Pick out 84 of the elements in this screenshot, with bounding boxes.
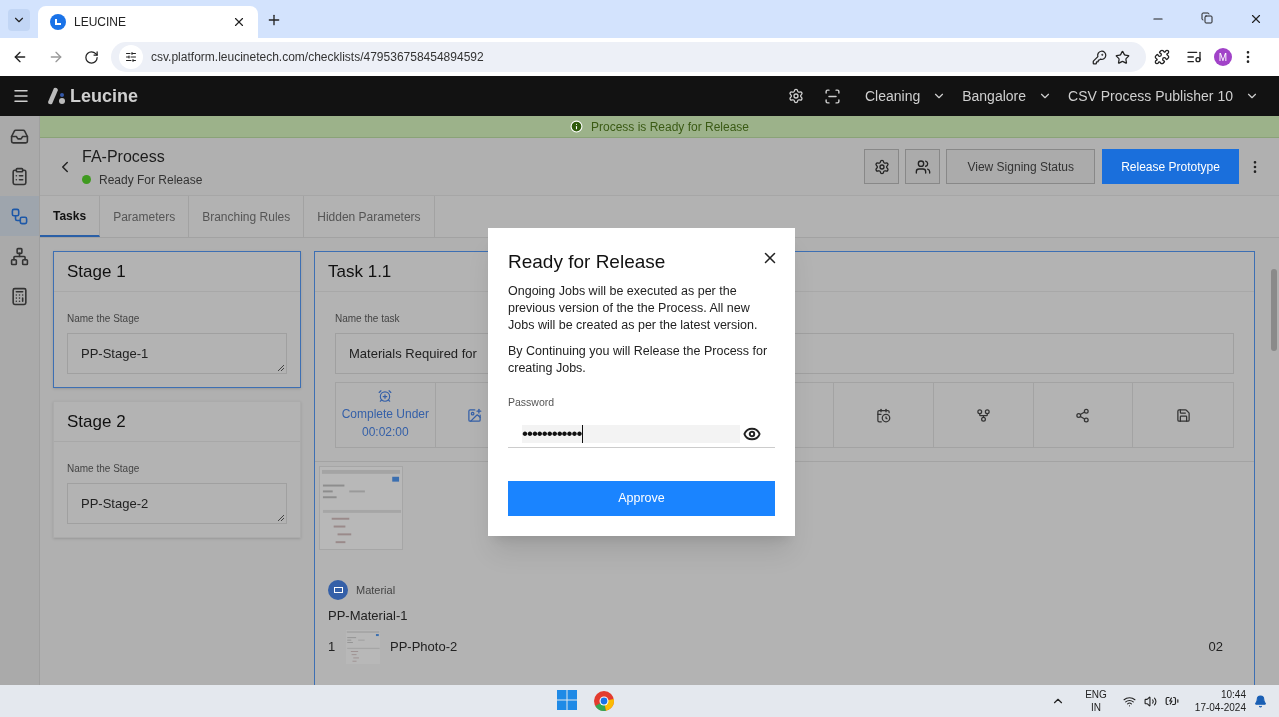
language-label[interactable]: ENG: [1085, 688, 1107, 701]
tab[interactable]: Parameters: [100, 196, 190, 237]
header-dropdown[interactable]: CSV Process Publisher 10: [1068, 85, 1259, 107]
field-label: Name the task: [335, 312, 400, 326]
dialog-message: By Continuing you will Release the Process for creating Jobs.: [508, 342, 769, 377]
dialog-title: Ready for Release: [508, 250, 666, 274]
clock-date[interactable]: 17-04-2024: [1194, 701, 1246, 714]
banner-text: Process is Ready for Release: [590, 118, 750, 136]
view-signing-status-button[interactable]: View Signing Status: [946, 149, 1095, 184]
browser-tab[interactable]: LEUCINE: [38, 6, 258, 38]
field-label: Name the Stage: [67, 312, 141, 326]
stage-name-field[interactable]: PP-Stage-1: [67, 333, 287, 374]
material-label: Material: [356, 582, 396, 598]
stage-title: Stage 1: [67, 260, 126, 283]
favicon-icon: [50, 14, 66, 30]
url-text: csv.platform.leucinetech.com/checklists/479536758454894592: [151, 49, 485, 66]
users-icon: [915, 158, 931, 175]
restore-icon[interactable]: [1201, 12, 1213, 24]
field-label: Password: [508, 394, 556, 410]
tab-list-button[interactable]: [8, 9, 30, 31]
reload-icon[interactable]: [84, 49, 99, 65]
close-icon[interactable]: [232, 15, 246, 29]
inbox-icon: [10, 126, 29, 146]
forward-icon[interactable]: [48, 49, 64, 65]
calculator-icon: [10, 286, 29, 306]
site-settings-icon[interactable]: [119, 45, 143, 69]
settings-button[interactable]: [864, 149, 900, 184]
sidebar-item[interactable]: [0, 196, 39, 236]
material-icon: [328, 580, 348, 600]
wifi-icon[interactable]: [1122, 694, 1136, 708]
chrome-icon[interactable]: [592, 690, 615, 712]
dialog-message: Ongoing Jobs will be executed as per the previous version of the the Process. All new Jobs will be created as per the latest version.: [508, 282, 759, 334]
volume-icon[interactable]: [1143, 694, 1157, 708]
new-tab-icon[interactable]: [266, 12, 282, 28]
stage-title: Stage 2: [67, 410, 126, 433]
close-window-icon[interactable]: [1249, 12, 1263, 26]
info-icon: [569, 120, 583, 133]
address-bar[interactable]: csv.platform.leucinetech.com/checklists/479536758454894592: [111, 42, 1146, 72]
save-icon[interactable]: [1175, 407, 1191, 423]
battery-icon[interactable]: [1164, 694, 1179, 708]
language-label[interactable]: IN: [1091, 701, 1101, 714]
header-dropdown[interactable]: Bangalore: [962, 85, 1053, 107]
header-dropdown[interactable]: Cleaning: [864, 85, 947, 107]
tab[interactable]: Hidden Parameters: [304, 196, 435, 237]
item-name: PP-Photo-2: [390, 637, 459, 656]
password-value: ••••••••••••: [522, 424, 584, 443]
resize-handle-icon: [277, 514, 284, 521]
workflow-icon: [10, 206, 29, 226]
process-title: FA-Process: [82, 146, 166, 167]
profile-avatar[interactable]: M: [1214, 48, 1232, 66]
menu-icon[interactable]: [12, 87, 30, 105]
stage-card[interactable]: Stage 2 Name the Stage PP-Stage-2: [53, 401, 301, 538]
item-index: 1: [328, 637, 337, 656]
alarm-icon[interactable]: [378, 389, 393, 403]
users-button[interactable]: [905, 149, 941, 184]
release-prototype-button[interactable]: Release Prototype: [1102, 149, 1239, 184]
brand-name: Leucine: [70, 84, 139, 108]
settings-icon[interactable]: [787, 88, 804, 104]
stage-name-field[interactable]: PP-Stage-2: [67, 483, 287, 524]
clock-time[interactable]: 10:44: [1220, 688, 1246, 701]
resize-handle-icon: [277, 364, 284, 371]
logo-icon: [46, 86, 66, 106]
approve-button[interactable]: Approve: [508, 481, 775, 517]
bookmark-icon[interactable]: [1115, 49, 1130, 65]
image-icon[interactable]: [467, 407, 483, 423]
start-icon[interactable]: [556, 690, 577, 710]
tab[interactable]: Branching Rules: [189, 196, 305, 237]
item-quantity: 02: [1208, 637, 1223, 656]
back-icon[interactable]: [12, 49, 28, 65]
status-label: Ready For Release: [99, 171, 203, 189]
key-icon[interactable]: [1092, 49, 1107, 65]
material-name: PP-Material-1: [327, 607, 409, 625]
scan-icon[interactable]: [823, 87, 841, 105]
tab-title: LEUCINE: [74, 14, 127, 31]
field-label: Name the Stage: [67, 462, 141, 476]
notification-icon[interactable]: [1254, 694, 1267, 708]
calendar-clock-icon[interactable]: [876, 407, 892, 423]
stage-card[interactable]: Stage 1 Name the Stage PP-Stage-1: [53, 251, 301, 388]
settings-icon: [874, 158, 890, 175]
extensions-icon[interactable]: [1154, 49, 1170, 65]
clipboard-icon: [10, 166, 29, 186]
task-title: Task 1.1: [328, 260, 392, 283]
scrollbar[interactable]: [1270, 269, 1277, 351]
media-icon[interactable]: [1186, 49, 1202, 65]
